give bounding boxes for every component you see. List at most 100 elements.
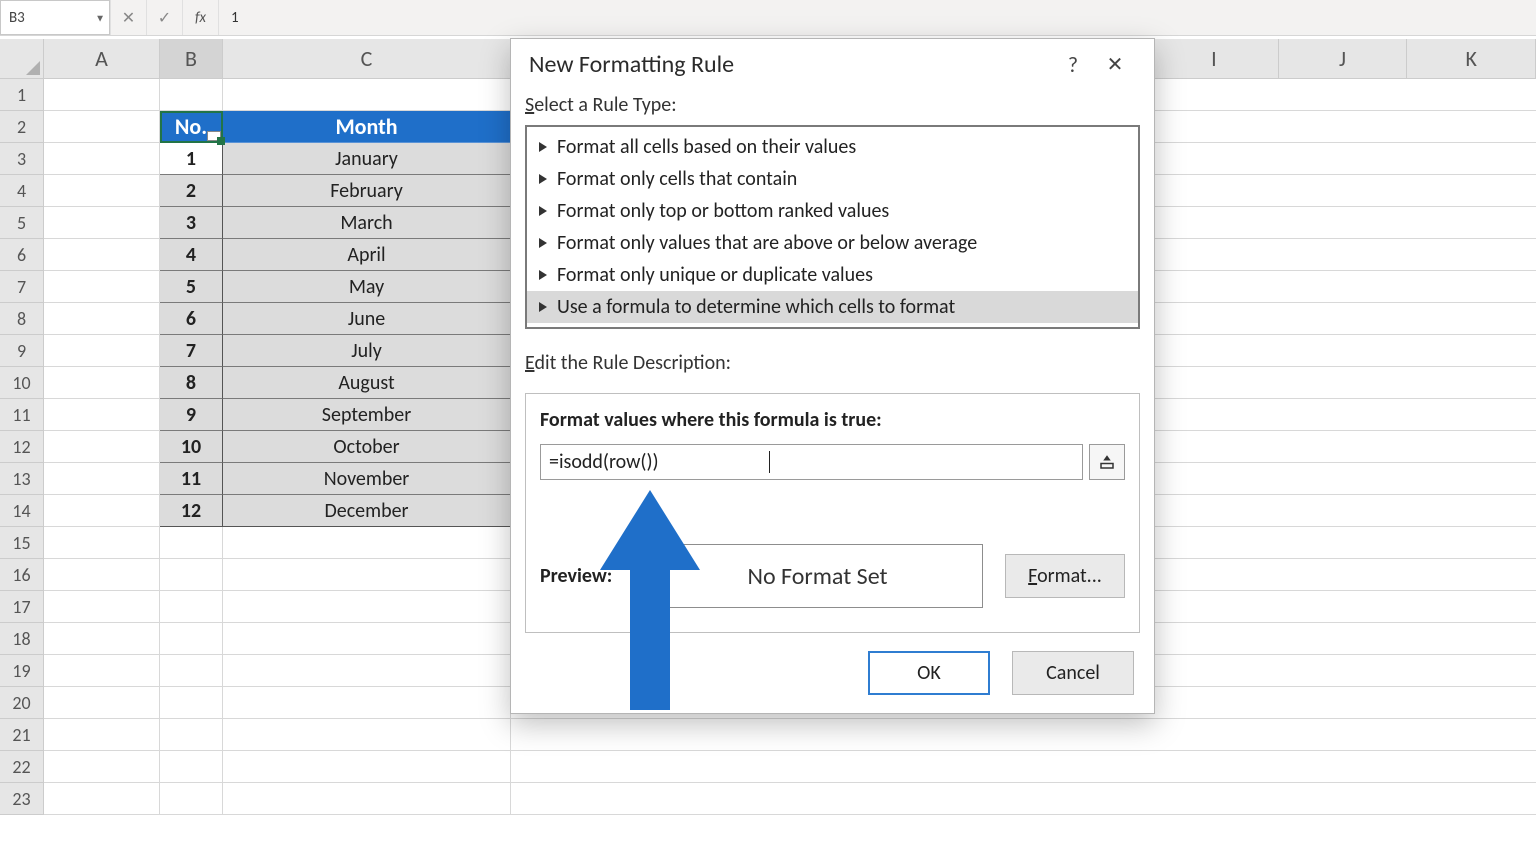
cancel-formula-button[interactable]: ✕	[110, 0, 146, 35]
row-header[interactable]: 3	[0, 143, 44, 175]
insert-function-button[interactable]: fx	[182, 0, 218, 35]
row-header[interactable]: 1	[0, 79, 44, 111]
cell[interactable]	[44, 271, 160, 303]
cell[interactable]	[44, 591, 160, 623]
row-header[interactable]: 5	[0, 207, 44, 239]
row-header[interactable]: 11	[0, 399, 44, 431]
ok-button[interactable]: OK	[868, 651, 990, 695]
formula-bar-value[interactable]: 1	[218, 0, 1536, 35]
rule-type-item[interactable]: Format only top or bottom ranked values	[527, 195, 1138, 227]
cell[interactable]	[44, 239, 160, 271]
row-header[interactable]: 18	[0, 623, 44, 655]
cell[interactable]	[44, 495, 160, 527]
row-header[interactable]: 12	[0, 431, 44, 463]
rule-type-item[interactable]: Format all cells based on their values	[527, 131, 1138, 163]
row-header[interactable]: 6	[0, 239, 44, 271]
cell[interactable]: March	[223, 207, 511, 239]
cell[interactable]: September	[223, 399, 511, 431]
column-header-j[interactable]: J	[1279, 39, 1408, 79]
cell[interactable]	[160, 79, 223, 111]
cell[interactable]	[44, 719, 160, 751]
select-all-button[interactable]	[0, 39, 44, 79]
row-header[interactable]: 15	[0, 527, 44, 559]
format-button[interactable]: Format...	[1005, 554, 1125, 598]
row-header[interactable]: 4	[0, 175, 44, 207]
rule-type-list[interactable]: Format all cells based on their values Fo…	[525, 125, 1140, 329]
cell-blank[interactable]	[511, 751, 1536, 783]
cell[interactable]	[160, 527, 223, 559]
cell[interactable]	[44, 399, 160, 431]
cell[interactable]: 2	[160, 175, 223, 207]
cell[interactable]	[44, 335, 160, 367]
cell[interactable]: February	[223, 175, 511, 207]
cell[interactable]	[44, 463, 160, 495]
row-header[interactable]: 23	[0, 783, 44, 815]
cell[interactable]: April	[223, 239, 511, 271]
cell[interactable]: December	[223, 495, 511, 527]
rule-type-item[interactable]: Format only unique or duplicate values	[527, 259, 1138, 291]
column-header-k[interactable]: K	[1407, 39, 1536, 79]
cell[interactable]	[44, 687, 160, 719]
cell[interactable]: November	[223, 463, 511, 495]
cell[interactable]	[223, 655, 511, 687]
cell[interactable]: July	[223, 335, 511, 367]
close-button[interactable]: ✕	[1094, 45, 1136, 83]
row-header[interactable]: 9	[0, 335, 44, 367]
cell[interactable]: January	[223, 143, 511, 175]
cell[interactable]	[44, 527, 160, 559]
cell[interactable]	[160, 687, 223, 719]
cell[interactable]: 8	[160, 367, 223, 399]
cell[interactable]: 11	[160, 463, 223, 495]
cell[interactable]	[223, 591, 511, 623]
cell[interactable]: May	[223, 271, 511, 303]
cell[interactable]: June	[223, 303, 511, 335]
cell[interactable]	[160, 751, 223, 783]
cell[interactable]: October	[223, 431, 511, 463]
cell[interactable]	[44, 79, 160, 111]
cell[interactable]	[223, 719, 511, 751]
cell[interactable]	[44, 431, 160, 463]
cell[interactable]	[223, 751, 511, 783]
cell[interactable]: 4	[160, 239, 223, 271]
cell[interactable]	[160, 655, 223, 687]
collapse-dialog-button[interactable]	[1089, 444, 1125, 480]
cell[interactable]	[223, 527, 511, 559]
cell[interactable]	[223, 559, 511, 591]
cell[interactable]	[223, 623, 511, 655]
cell[interactable]	[160, 783, 223, 815]
cell[interactable]	[44, 655, 160, 687]
cell[interactable]	[160, 559, 223, 591]
cell[interactable]: Month	[223, 111, 511, 143]
cell[interactable]	[223, 687, 511, 719]
dialog-titlebar[interactable]: New Formatting Rule ? ✕	[511, 39, 1154, 89]
row-header[interactable]: 2	[0, 111, 44, 143]
cell[interactable]	[44, 751, 160, 783]
row-header[interactable]: 21	[0, 719, 44, 751]
row-header[interactable]: 19	[0, 655, 44, 687]
column-header-c[interactable]: C	[223, 39, 511, 79]
cell[interactable]	[160, 719, 223, 751]
cell-blank[interactable]	[511, 719, 1536, 751]
column-header-i[interactable]: I	[1150, 39, 1279, 79]
name-box[interactable]: B3 ▼	[0, 0, 110, 35]
column-header-b[interactable]: B	[160, 39, 223, 79]
row-header[interactable]: 20	[0, 687, 44, 719]
cell-blank[interactable]	[511, 783, 1536, 815]
cell[interactable]: 9	[160, 399, 223, 431]
cell[interactable]: 5	[160, 271, 223, 303]
cell[interactable]	[44, 623, 160, 655]
cell[interactable]	[44, 367, 160, 399]
row-header[interactable]: 8	[0, 303, 44, 335]
rule-type-item[interactable]: Use a formula to determine which cells t…	[527, 291, 1138, 323]
cell[interactable]: August	[223, 367, 511, 399]
cell[interactable]	[44, 111, 160, 143]
row-header[interactable]: 10	[0, 367, 44, 399]
cell[interactable]: 7	[160, 335, 223, 367]
row-header[interactable]: 14	[0, 495, 44, 527]
cell[interactable]	[44, 783, 160, 815]
cell[interactable]	[44, 207, 160, 239]
cell[interactable]: 6	[160, 303, 223, 335]
row-header[interactable]: 17	[0, 591, 44, 623]
rule-type-item[interactable]: Format only values that are above or bel…	[527, 227, 1138, 259]
row-header[interactable]: 22	[0, 751, 44, 783]
